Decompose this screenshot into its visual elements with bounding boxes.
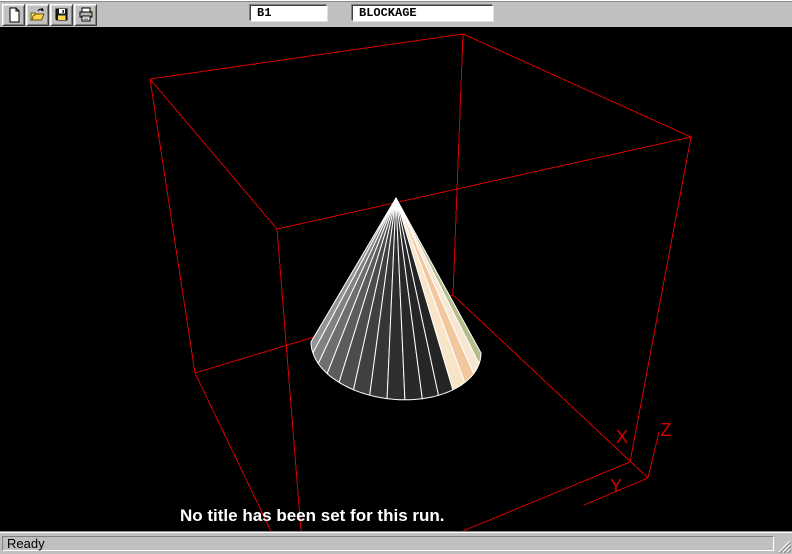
axis-label-y: Y [610, 476, 622, 496]
app-window: { "toolbar": { "buttons": [ {"id": "new"… [0, 0, 792, 554]
save-floppy-icon [54, 7, 70, 23]
open-folder-icon [30, 7, 46, 23]
axis-label-z: Z [661, 420, 672, 440]
new-document-icon [6, 7, 22, 23]
new-button[interactable] [2, 4, 25, 26]
resize-grip-icon[interactable] [778, 540, 791, 553]
run-title-overlay: No title has been set for this run. [180, 506, 444, 526]
scene-canvas: X Z Y [0, 28, 792, 531]
viewport-3d[interactable]: X Z Y No title has been set for this run. [0, 28, 792, 531]
toolbar [0, 0, 792, 28]
status-bar: Ready [0, 531, 792, 554]
object-type-field[interactable] [352, 5, 493, 21]
status-text: Ready [2, 536, 774, 551]
print-button[interactable] [74, 4, 97, 26]
open-button[interactable] [26, 4, 49, 26]
save-button[interactable] [50, 4, 73, 26]
print-icon [78, 7, 94, 23]
axis-label-x: X [616, 427, 628, 447]
object-name-field[interactable] [250, 5, 327, 21]
